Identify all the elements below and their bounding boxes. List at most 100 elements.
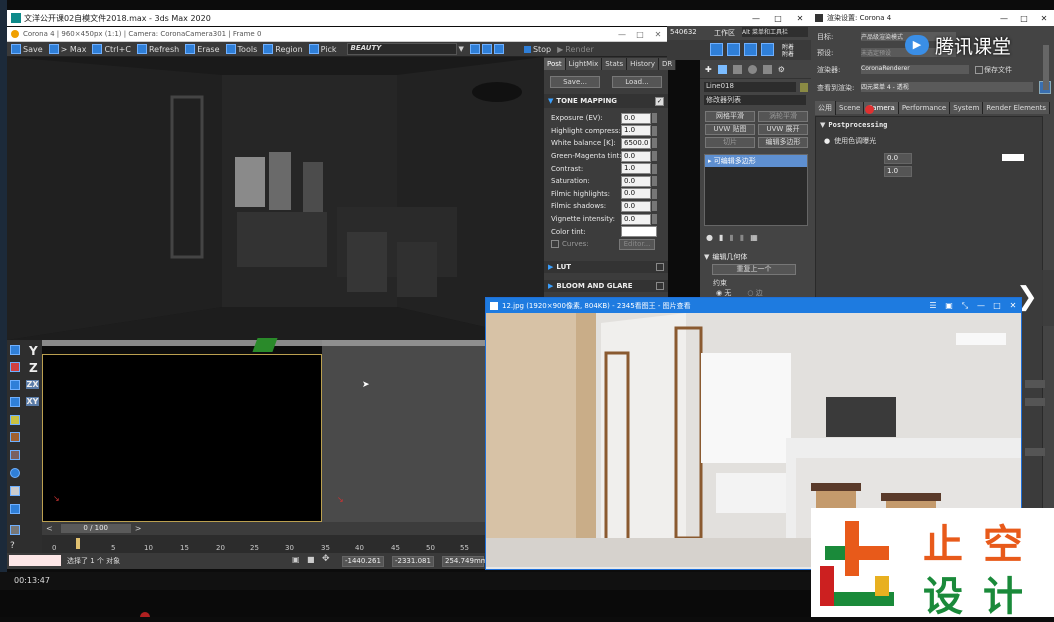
perspective-viewport[interactable]: ↘ [42,354,322,522]
render-iterative-icon[interactable] [761,43,774,56]
viewer-fullscreen-icon[interactable]: ⤡ [957,301,973,311]
coord-x-field[interactable]: -1440.261 [342,556,384,567]
workspace-select[interactable]: Alt 菜单和工具栏 [742,27,808,37]
curves-editor-button[interactable]: Editor... [619,238,655,250]
frame-counter[interactable]: 0 / 100 [60,524,131,533]
channel-select[interactable]: BEAUTY [346,43,457,55]
load-settings-button[interactable]: Load... [612,76,662,88]
use-tone-mapping-radio[interactable]: ● [824,137,830,145]
edit-poly-button[interactable]: 编辑多边形 [758,137,808,148]
hierarchy-tab-icon[interactable] [732,64,742,74]
repeat-last-button[interactable]: 重复上一个 [712,264,796,275]
tint-swatch[interactable] [1002,154,1024,161]
lock-icon[interactable]: ■ [307,555,315,564]
transform-mode-icon[interactable]: ✥ [322,554,330,564]
save-settings-button[interactable]: Save... [550,76,600,88]
render-production-icon[interactable] [744,43,757,56]
side-handle[interactable] [1025,448,1045,456]
tab-system[interactable]: System [950,102,984,114]
highlight-spinner[interactable] [652,125,657,136]
maxscript-listener[interactable] [9,555,61,566]
prev-frame-button[interactable]: < [46,524,53,533]
tab-history[interactable]: History [627,57,660,70]
pin-stack-icon[interactable]: ● [706,233,713,242]
highlight-field[interactable]: 1.0 [884,166,912,177]
filmic-shadows-input[interactable]: 0.0 [621,200,651,212]
light-icon[interactable] [10,415,20,425]
modifier-list-select[interactable]: 修改器列表 [704,95,806,105]
create-tab-icon[interactable]: ✚ [705,65,712,74]
vignette-spinner[interactable] [652,214,657,225]
slice-button[interactable]: 切片 [705,137,755,148]
minimize-button[interactable]: — [745,14,767,23]
zoom-fit-icon[interactable] [493,44,504,54]
contrast-spinner[interactable] [652,163,657,174]
axis-z-button[interactable]: Z [29,361,38,375]
tab-render-elements[interactable]: Render Elements [983,102,1051,114]
viewer-maximize-button[interactable]: □ [989,301,1005,310]
refresh-button[interactable]: Refresh [136,44,179,54]
viewport-layout-icon[interactable] [10,504,20,514]
modify-tab-icon[interactable] [717,64,727,74]
stack-item-editable-poly[interactable]: ▸ 可编辑多边形 [705,155,807,167]
isolate-icon[interactable]: ▣ [292,555,300,564]
configure-sets-icon[interactable]: ▦ [750,233,758,242]
filmic-highlights-spinner[interactable] [652,188,657,199]
filmic-shadows-spinner[interactable] [652,201,657,212]
stop-button[interactable]: Stop [523,45,551,54]
render-setup-maximize-button[interactable]: □ [1014,14,1034,23]
tools-button[interactable]: Tools [225,44,257,54]
tab-performance[interactable]: Performance [898,102,951,114]
lut-checkbox[interactable] [656,262,664,271]
white-balance-spinner[interactable] [652,138,657,149]
close-button[interactable]: ✕ [789,14,811,23]
exposure-field[interactable]: 0.0 [884,153,912,164]
remove-modifier-icon[interactable]: ▮ [740,233,744,242]
make-unique-icon[interactable]: ▮ [729,233,733,242]
renderer-select[interactable]: CoronaRenderer [861,65,969,74]
environment-icon[interactable] [10,450,20,460]
sphere-icon[interactable] [10,468,20,478]
tab-common[interactable]: 公用 [815,101,836,115]
exposure-spinner[interactable] [652,113,657,124]
to-max-button[interactable]: > Max [48,44,86,54]
postprocessing-header[interactable]: ▼ Postprocessing [816,117,1042,133]
scene-explorer-icon[interactable] [10,380,20,390]
vfb-maximize-button[interactable]: □ [631,30,649,39]
tab-post[interactable]: Post [544,57,566,70]
lut-header[interactable]: ▶ LUT [544,260,668,273]
saturation-input[interactable]: 0.0 [621,175,651,187]
coord-y-field[interactable]: -2331.081 [392,556,434,567]
tint-input[interactable]: 0.0 [621,150,651,162]
side-handle[interactable] [1025,380,1045,388]
bloom-checkbox[interactable] [656,281,664,290]
curves-checkbox[interactable] [551,240,559,249]
tab-lightmix[interactable]: LightMix [565,57,603,70]
side-handle[interactable] [1025,398,1045,406]
view-to-render-select[interactable]: 四元菜单 4 - 透视 [861,82,1033,92]
render-viewport[interactable] [7,57,543,340]
edit-geometry-header[interactable]: ▼ 编辑几何体 [700,251,811,263]
render-setup-icon[interactable] [710,43,723,56]
secondary-viewport[interactable]: ➤ ↘ [322,340,485,522]
grid-icon[interactable] [10,525,20,535]
tone-mapping-checkbox[interactable]: ✓ [655,96,664,106]
render-button[interactable]: ▶ Render [557,45,594,54]
time-slider[interactable]: < 0 / 100 > [42,522,485,535]
object-name-field[interactable]: Line018 [704,82,796,92]
uvw-unwrap-button[interactable]: UVW 展开 [758,124,808,135]
meshsmooth-button[interactable]: 网格平滑 [705,111,755,122]
material-editor-icon[interactable] [10,397,20,407]
vfb-minimize-button[interactable]: — [613,30,631,39]
channel-dropdown-icon[interactable]: ▼ [459,45,464,53]
render-setup-close-button[interactable]: ✕ [1034,14,1054,23]
erase-button[interactable]: Erase [185,44,220,54]
zoom-in-icon[interactable] [469,44,480,54]
numeric-field[interactable]: 540632 [670,28,697,36]
viewer-menu-icon[interactable]: ☰ [925,301,941,310]
layer-icon[interactable] [10,486,20,496]
render-setup-minimize-button[interactable]: — [994,14,1014,23]
next-frame-button[interactable]: > [135,524,142,533]
motion-tab-icon[interactable] [747,64,757,74]
contrast-input[interactable]: 1.0 [621,163,651,175]
